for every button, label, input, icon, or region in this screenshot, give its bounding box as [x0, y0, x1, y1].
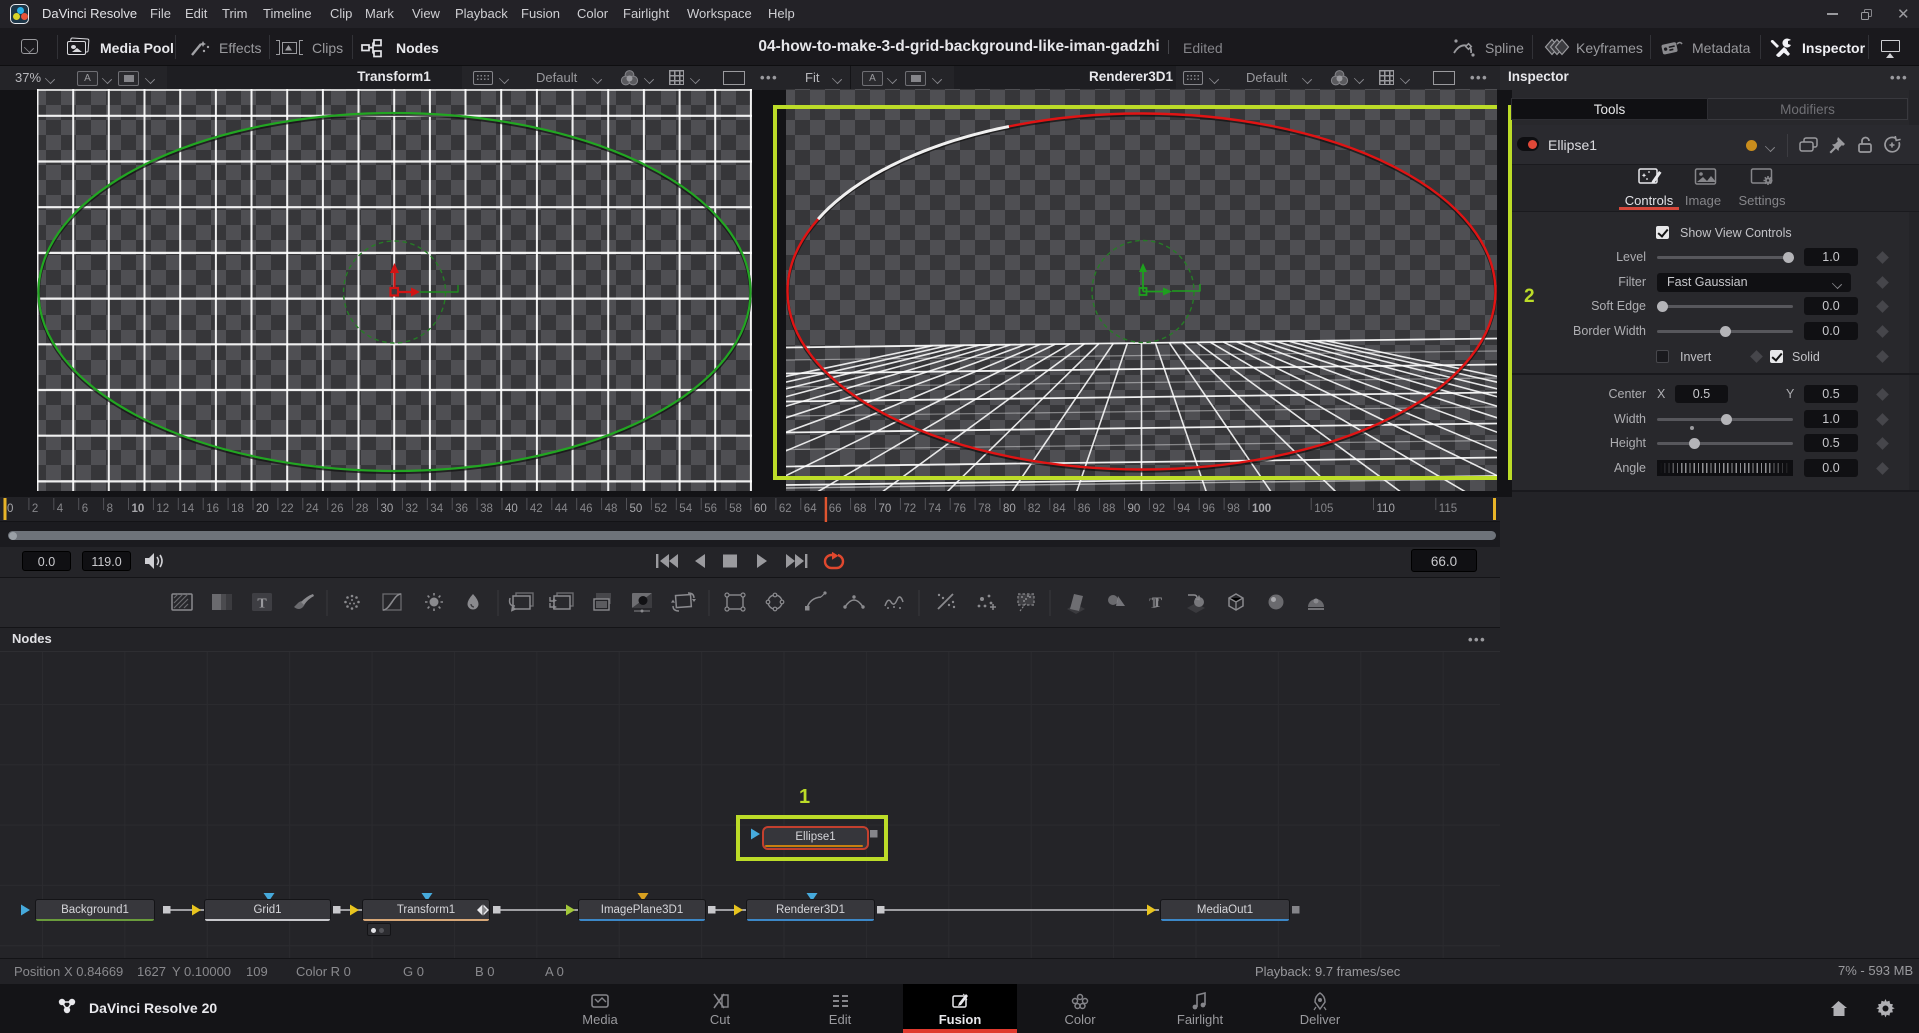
svg-text:12: 12 — [156, 503, 169, 515]
svg-text:22: 22 — [281, 503, 294, 515]
svg-text:20: 20 — [256, 503, 269, 515]
svg-text:T: T — [257, 597, 267, 612]
svg-text:96: 96 — [1202, 503, 1215, 515]
svg-text:92: 92 — [1152, 503, 1165, 515]
svg-text:42: 42 — [530, 503, 543, 515]
svg-text:50: 50 — [630, 503, 643, 515]
svg-text:115: 115 — [1439, 503, 1457, 515]
svg-text:48: 48 — [605, 503, 618, 515]
svg-text:26: 26 — [331, 503, 344, 515]
svg-text:32: 32 — [405, 503, 418, 515]
svg-text:38: 38 — [480, 503, 493, 515]
svg-text:68: 68 — [854, 503, 867, 515]
svg-text:24: 24 — [306, 503, 319, 515]
svg-text:58: 58 — [729, 503, 742, 515]
svg-text:56: 56 — [704, 503, 717, 515]
svg-text:46: 46 — [580, 503, 593, 515]
svg-text:44: 44 — [555, 503, 568, 515]
svg-text:60: 60 — [754, 503, 767, 515]
svg-text:70: 70 — [879, 503, 892, 515]
svg-text:110: 110 — [1377, 503, 1395, 515]
svg-text:90: 90 — [1128, 503, 1141, 515]
svg-text:10: 10 — [132, 503, 145, 515]
svg-text:74: 74 — [928, 503, 941, 515]
svg-text:T: T — [1152, 595, 1162, 611]
svg-text:54: 54 — [679, 503, 692, 515]
svg-text:6: 6 — [82, 503, 88, 515]
svg-text:78: 78 — [978, 503, 991, 515]
svg-text:105: 105 — [1314, 503, 1333, 515]
svg-text:94: 94 — [1177, 503, 1190, 515]
svg-text:18: 18 — [231, 503, 244, 515]
svg-text:52: 52 — [654, 503, 667, 515]
svg-text:34: 34 — [430, 503, 443, 515]
svg-text:14: 14 — [181, 503, 194, 515]
svg-text:0: 0 — [7, 503, 13, 515]
svg-text:88: 88 — [1103, 503, 1116, 515]
svg-text:4: 4 — [57, 503, 64, 515]
svg-text:62: 62 — [779, 503, 792, 515]
svg-text:100: 100 — [1252, 503, 1271, 515]
svg-text:98: 98 — [1227, 503, 1240, 515]
svg-text:2: 2 — [32, 503, 38, 515]
svg-text:72: 72 — [903, 503, 916, 515]
svg-text:40: 40 — [505, 503, 518, 515]
svg-text:30: 30 — [381, 503, 394, 515]
svg-text:66: 66 — [829, 503, 842, 515]
svg-text:80: 80 — [1003, 503, 1016, 515]
svg-text:84: 84 — [1053, 503, 1066, 515]
svg-text:8: 8 — [107, 503, 113, 515]
svg-text:28: 28 — [356, 503, 369, 515]
svg-text:82: 82 — [1028, 503, 1041, 515]
svg-text:86: 86 — [1078, 503, 1091, 515]
svg-text:64: 64 — [804, 503, 817, 515]
svg-text:76: 76 — [953, 503, 966, 515]
svg-text:36: 36 — [455, 503, 468, 515]
svg-text:16: 16 — [206, 503, 219, 515]
